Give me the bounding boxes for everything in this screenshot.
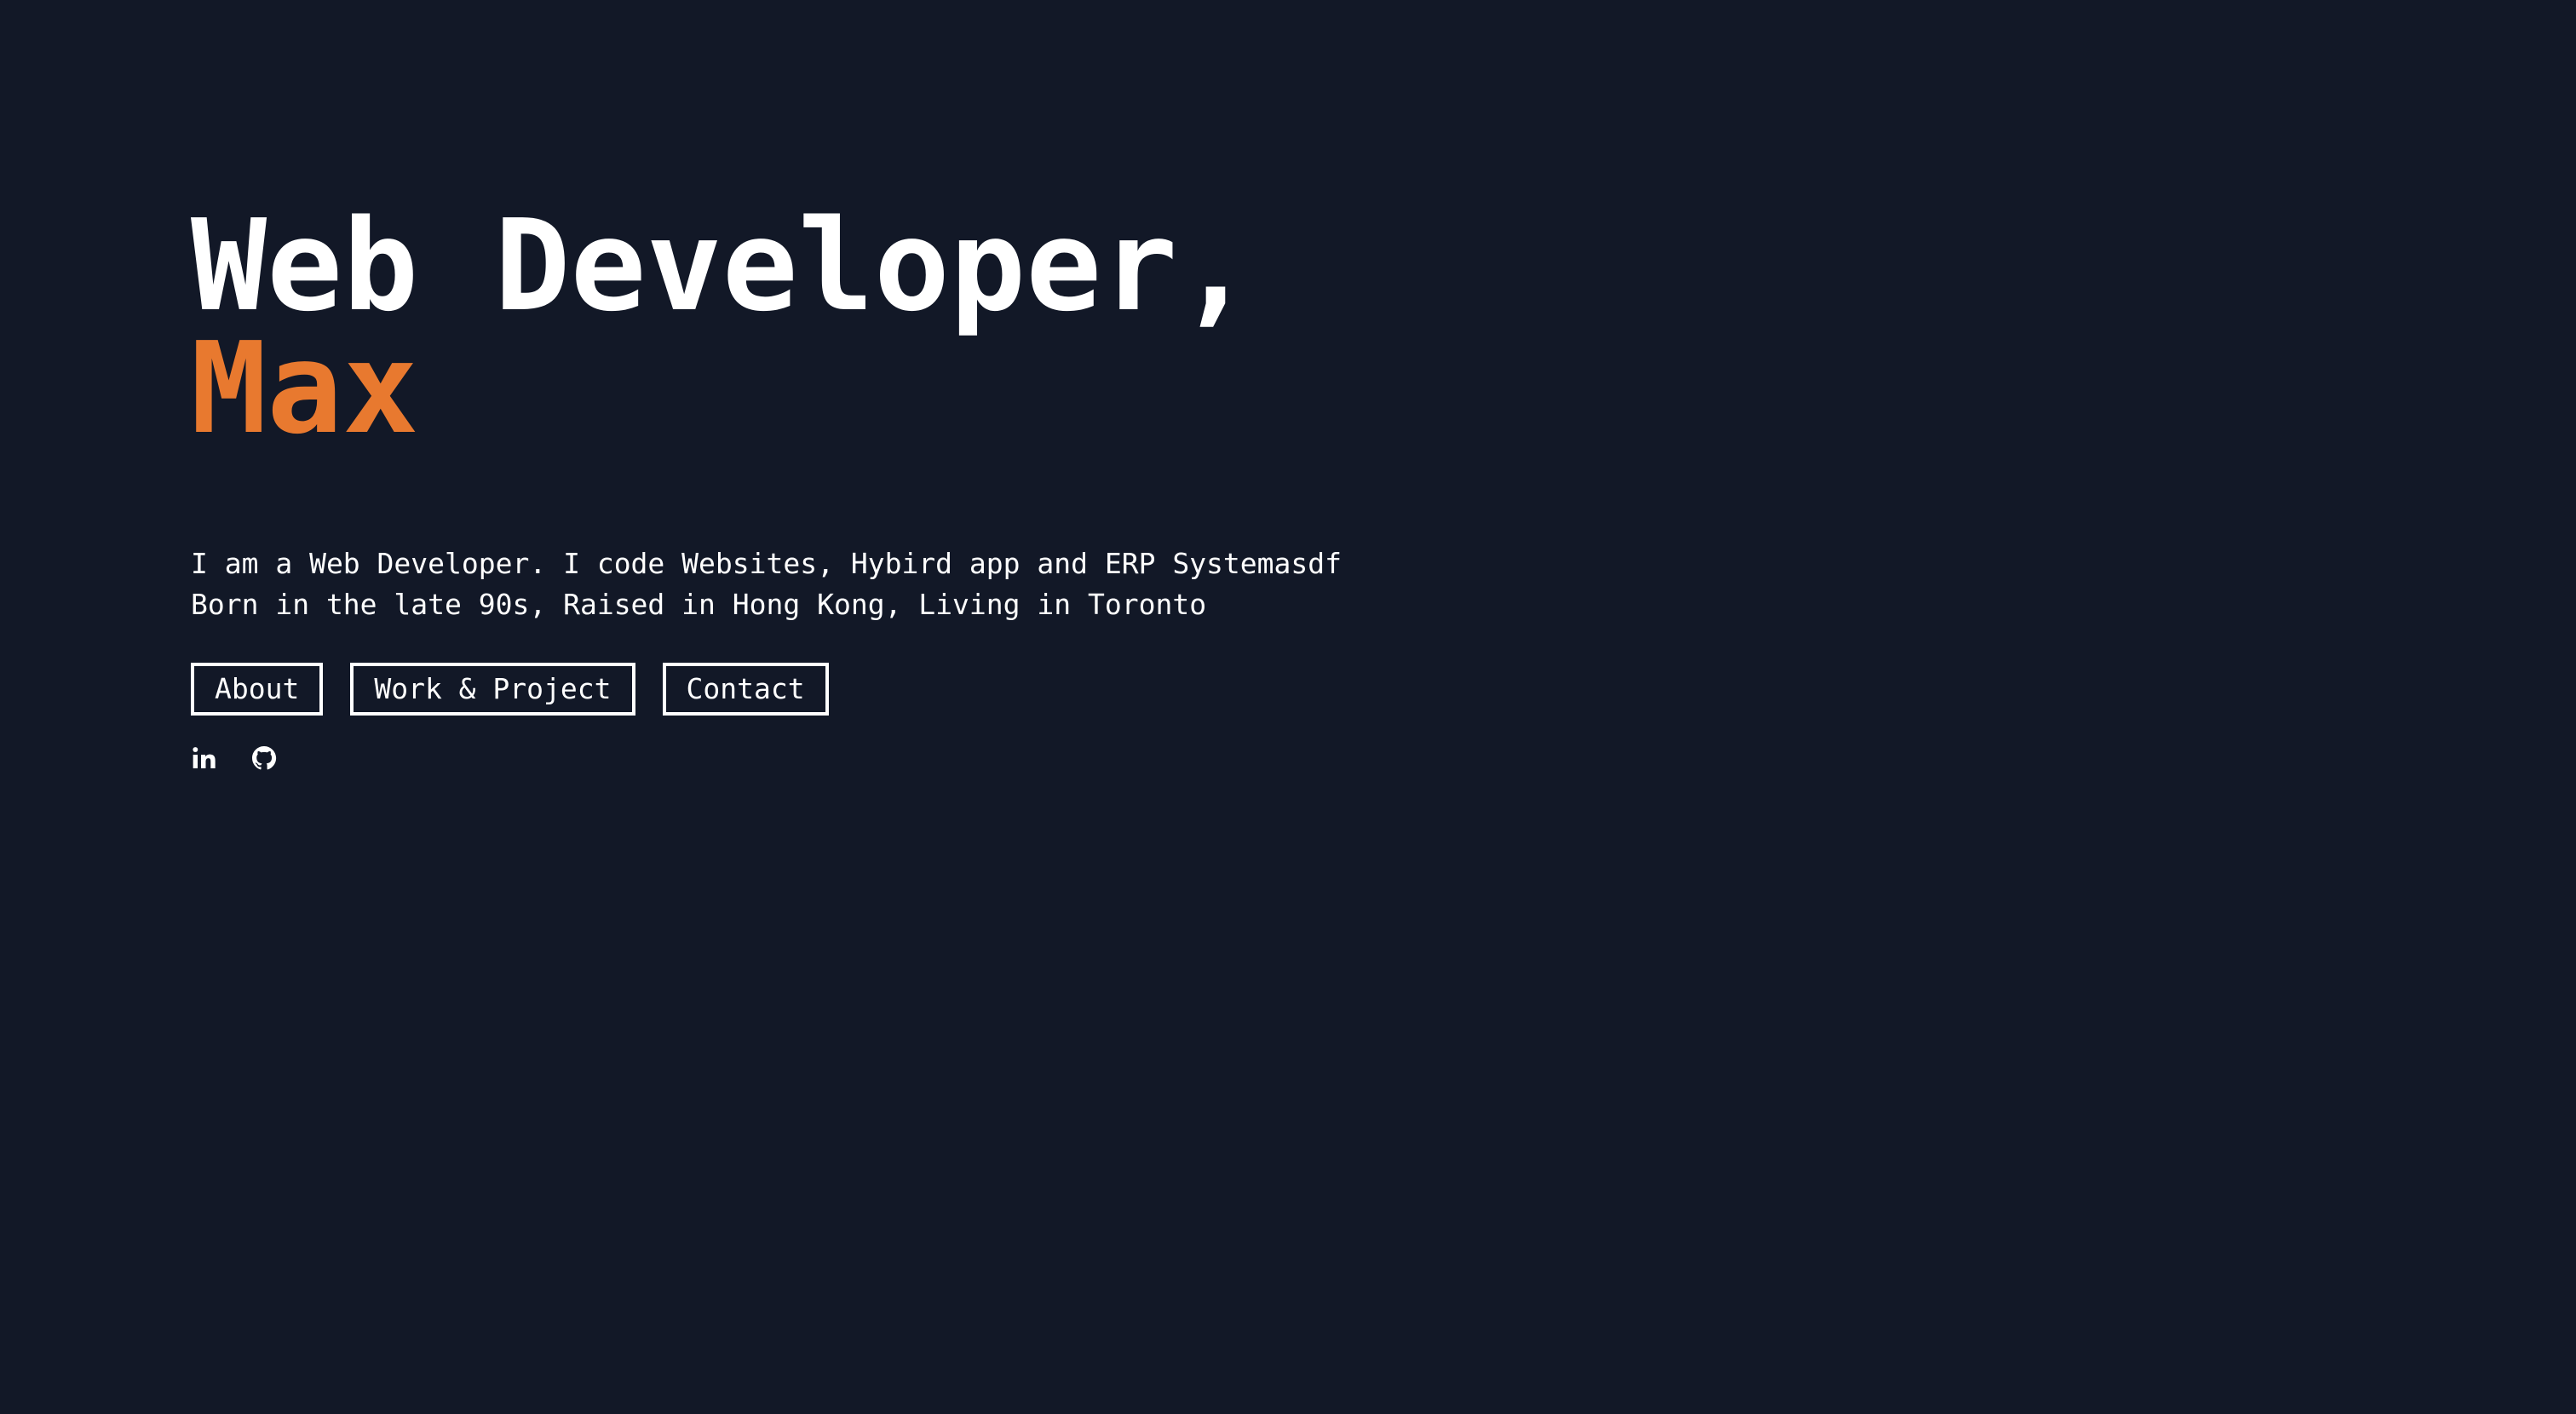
work-project-button[interactable]: Work & Project [350, 663, 635, 716]
nav-buttons: About Work & Project Contact [191, 663, 1554, 716]
headline-role: Web Developer, [191, 193, 1254, 339]
intro-line-2: Born in the late 90s, Raised in Hong Kon… [191, 588, 1207, 621]
hero-section: Web Developer, Max I am a Web Developer.… [191, 193, 1554, 772]
linkedin-icon [193, 747, 216, 768]
contact-button[interactable]: Contact [662, 663, 829, 716]
github-icon [252, 746, 277, 770]
about-button[interactable]: About [191, 663, 324, 716]
github-link[interactable] [250, 744, 278, 772]
linkedin-link[interactable] [191, 744, 218, 772]
headline: Web Developer, Max [191, 193, 1554, 462]
social-links [191, 744, 1554, 772]
intro-line-1: I am a Web Developer. I code Websites, H… [191, 547, 1343, 580]
intro-text: I am a Web Developer. I code Websites, H… [191, 543, 1554, 625]
headline-name: Max [191, 315, 419, 462]
